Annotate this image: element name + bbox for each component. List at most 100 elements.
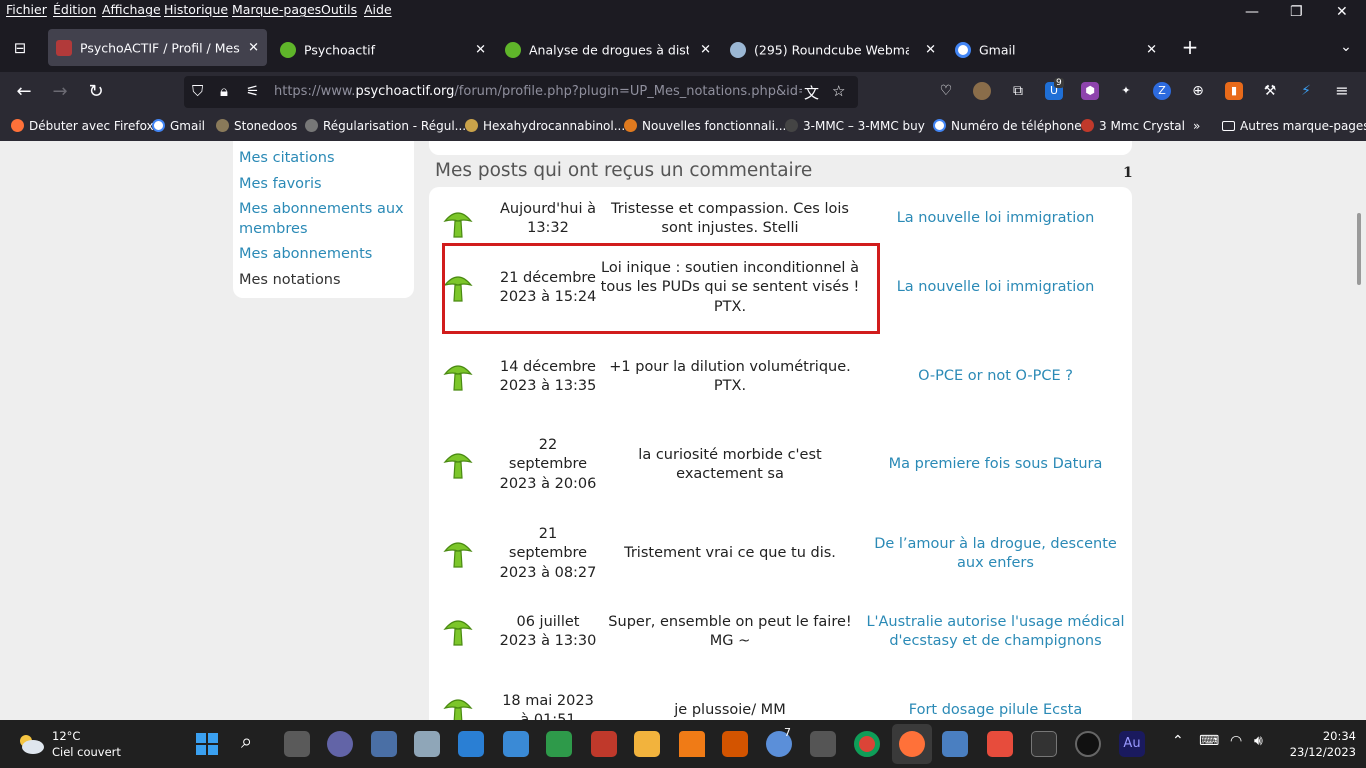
topic-link[interactable]: Fort dosage pilule Ecsta (863, 670, 1128, 720)
bookmark-3mmc-buy[interactable]: 3-MMC – 3-MMC buy (785, 119, 925, 133)
topic-link[interactable]: De l’amour à la drogue, descente aux enf… (863, 513, 1128, 595)
bookmark-stonedoos[interactable]: Stonedoos (216, 119, 297, 133)
firefox-view-icon[interactable]: ⊟ (8, 36, 32, 60)
page-number-link[interactable]: 1 (1123, 165, 1133, 181)
tab-gmail[interactable]: Gmail ✕ (947, 34, 1165, 66)
weather-temperature[interactable]: 12°C (52, 729, 80, 743)
clock-date[interactable]: 23/12/2023 (1280, 745, 1356, 759)
volume-icon[interactable]: 🔊︎ (1254, 733, 1263, 749)
vlc-icon[interactable] (679, 731, 705, 757)
trash-extension-icon[interactable]: ▮ (1225, 82, 1243, 100)
shield-icon[interactable]: ⛉ (192, 82, 203, 100)
back-icon[interactable]: ← (12, 80, 36, 104)
new-tab-icon[interactable]: + (1178, 35, 1202, 59)
lock-icon[interactable]: 🔒︎ (220, 82, 228, 100)
tab-close-icon[interactable]: ✕ (475, 43, 486, 58)
bookmark-debuter-firefox[interactable]: Débuter avec Firefox (11, 119, 154, 133)
photos-icon[interactable] (503, 731, 529, 757)
speaker-app-icon[interactable] (810, 731, 836, 757)
sidebar-item-mes-abonnements-membres[interactable]: Mes abonnements aux membres (239, 199, 409, 239)
filezilla-icon[interactable] (987, 731, 1013, 757)
wrench-extension-icon[interactable]: ✦ (1117, 82, 1135, 100)
zoom-extension-icon[interactable]: Z (1153, 82, 1171, 100)
sidebar-item-mes-abonnements[interactable]: Mes abonnements (239, 244, 409, 264)
menu-aide[interactable]: Aide (364, 2, 392, 17)
pocket-icon[interactable]: ♡ (937, 82, 955, 100)
avatar-extension-icon[interactable] (973, 82, 991, 100)
globe-extension-icon[interactable]: ⊕ (1189, 82, 1207, 100)
cloud-weather-icon[interactable] (16, 732, 46, 756)
scrollbar-thumb[interactable] (1357, 213, 1361, 285)
search-icon[interactable]: ⌕ (241, 729, 252, 753)
menu-affichage[interactable]: Affichage (102, 2, 161, 17)
tab-close-icon[interactable]: ✕ (248, 40, 259, 55)
tray-chevron-up-icon[interactable]: ⌃ (1172, 733, 1184, 749)
tools-extension-icon[interactable]: ⚒ (1261, 82, 1279, 100)
sidebar-item-mes-citations[interactable]: Mes citations (239, 148, 409, 168)
menu-marque-pages[interactable]: Marque-pages (232, 2, 321, 17)
tab-psychoactif[interactable]: Psychoactif ✕ (272, 34, 494, 66)
forward-icon[interactable]: → (48, 80, 72, 104)
firefox-taskbar-icon[interactable] (899, 731, 925, 757)
topic-link[interactable]: O-PCE or not O-PCE ? (863, 336, 1128, 418)
calculator-icon[interactable] (371, 731, 397, 757)
tab-close-icon[interactable]: ✕ (1146, 43, 1157, 58)
wifi-icon[interactable]: ◠ (1230, 733, 1242, 749)
chat-icon[interactable] (327, 731, 353, 757)
tab-list-chevron-down-icon[interactable]: ⌄ (1334, 35, 1358, 59)
folder-icon (1222, 121, 1235, 131)
other-bookmarks[interactable]: Autres marque-pages (1222, 119, 1366, 133)
task-view-icon[interactable] (284, 731, 310, 757)
bookmark-star-icon[interactable]: ☆ (832, 82, 845, 100)
chrome-icon[interactable] (854, 731, 880, 757)
menu-fichier[interactable]: Fichier (6, 2, 47, 17)
extensions-puzzle-icon[interactable]: ⧉ (1009, 82, 1027, 100)
tab-close-icon[interactable]: ✕ (925, 43, 936, 58)
permissions-icon[interactable]: ⚟ (246, 82, 259, 100)
clock-time[interactable]: 20:34 (1296, 729, 1356, 743)
mahjong-icon[interactable] (546, 731, 572, 757)
hexagon-extension-icon[interactable]: ⬢ (1081, 82, 1099, 100)
red-app-icon[interactable] (591, 731, 617, 757)
menu-outils[interactable]: Outils (321, 2, 357, 17)
tab-close-icon[interactable]: ✕ (700, 43, 711, 58)
obs-icon[interactable] (1075, 731, 1101, 757)
keyboard-icon[interactable]: ⌨ (1199, 733, 1219, 749)
tab-label: Psychoactif (304, 42, 375, 58)
windows-start-icon[interactable] (196, 733, 218, 755)
restore-icon[interactable]: ❐ (1290, 4, 1303, 20)
topic-link[interactable]: L'Australie autorise l'usage médical d'e… (863, 601, 1128, 663)
capture-app-icon[interactable] (1031, 731, 1057, 757)
audition-icon[interactable]: Au (1119, 731, 1145, 757)
menu-edition[interactable]: Édition (53, 2, 96, 17)
topic-link[interactable]: La nouvelle loi immigration (863, 197, 1128, 241)
tab-psychoactif-profil[interactable]: PsychoACTIF / Profil / Mes notat ✕ (48, 29, 267, 66)
file-explorer-icon[interactable] (634, 731, 660, 757)
bookmark-hexahydrocannabinol[interactable]: Hexahydrocannabinol... (465, 119, 625, 133)
topic-link[interactable]: Ma premiere fois sous Datura (863, 424, 1128, 506)
menu-historique[interactable]: Historique (164, 2, 228, 17)
tab-analyse-drogues[interactable]: Analyse de drogues à distance : ✕ (497, 34, 719, 66)
hamburger-menu-icon[interactable]: ≡ (1333, 82, 1351, 100)
bookmark-numero-telephone[interactable]: Numéro de téléphone (933, 119, 1082, 133)
bookmark-3mmc-crystal[interactable]: 3 Mmc Crystal a (1081, 119, 1187, 133)
bolt-extension-icon[interactable]: ⚡ (1297, 82, 1315, 100)
sidebar-item-mes-favoris[interactable]: Mes favoris (239, 174, 409, 194)
url-text[interactable]: https://www.psychoactif.org/forum/profil… (274, 84, 802, 99)
books-app-icon[interactable] (722, 731, 748, 757)
weather-description[interactable]: Ciel couvert (52, 745, 121, 759)
url-bar[interactable]: ⛉ 🔒︎ ⚟ https://www.psychoactif.org/forum… (184, 76, 858, 108)
tab-roundcube[interactable]: (295) Roundcube Webmail :: INI ✕ (722, 34, 944, 66)
minimize-icon[interactable]: — (1245, 4, 1259, 20)
bookmark-gmail[interactable]: Gmail (152, 119, 205, 133)
printer-app-icon[interactable] (414, 731, 440, 757)
topic-link[interactable]: La nouvelle loi immigration (863, 247, 1128, 329)
notepad-icon[interactable] (942, 731, 968, 757)
upload-app-icon[interactable] (458, 731, 484, 757)
bookmark-nouvelles-fonctionnalites[interactable]: Nouvelles fonctionnali... (624, 119, 786, 133)
close-window-icon[interactable]: ✕ (1336, 4, 1348, 20)
reload-icon[interactable]: ↻ (84, 80, 108, 104)
bookmark-regularisation[interactable]: Régularisation - Régul... (305, 119, 466, 133)
bookmarks-overflow-chevron-icon[interactable]: » (1193, 119, 1200, 133)
translate-icon[interactable]: 文 (804, 82, 819, 103)
